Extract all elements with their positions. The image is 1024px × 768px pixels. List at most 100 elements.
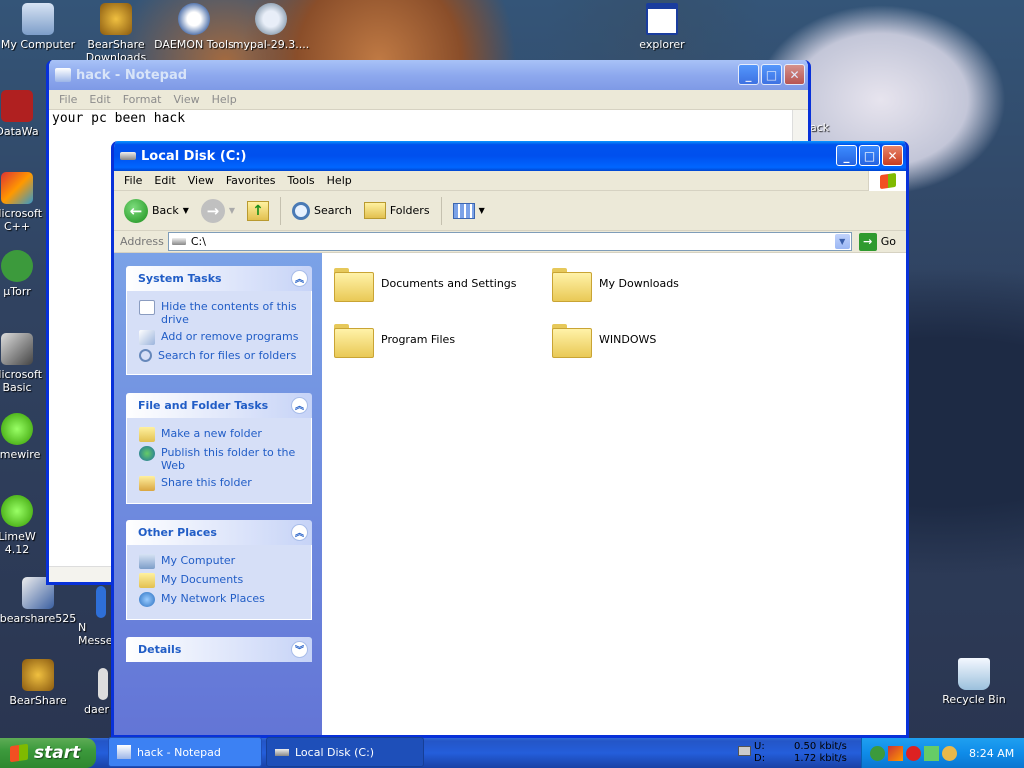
- desktop-icon-daemon[interactable]: daer: [84, 668, 112, 716]
- maximize-button[interactable]: □: [761, 64, 782, 85]
- panel-header[interactable]: File and Folder Tasks ︽: [126, 393, 312, 418]
- go-button[interactable]: → Go: [856, 232, 906, 251]
- desktop-icon-mypal[interactable]: mypal-29.3....: [230, 3, 312, 51]
- menu-tools[interactable]: Tools: [282, 174, 321, 187]
- chevron-down-icon[interactable]: ▼: [229, 206, 235, 215]
- panel-header[interactable]: Other Places ︽: [126, 520, 312, 545]
- views-icon: [452, 202, 475, 219]
- folder-icon: [552, 322, 592, 358]
- collapse-chevron-icon[interactable]: ︽: [291, 397, 308, 414]
- place-network[interactable]: My Network Places: [139, 592, 303, 607]
- start-button[interactable]: start: [0, 738, 96, 768]
- desktop-icon-limewire-412[interactable]: LimeW 4.12: [0, 495, 46, 556]
- desktop-icon-recycle-bin[interactable]: Recycle Bin: [933, 658, 1015, 706]
- chevron-down-icon[interactable]: ▼: [479, 206, 485, 215]
- panel-header[interactable]: Details ︾: [126, 637, 312, 662]
- desktop-icon-datawa[interactable]: DataWa: [0, 90, 46, 138]
- chevron-down-icon[interactable]: ▼: [834, 234, 850, 249]
- views-button[interactable]: ▼: [449, 200, 489, 222]
- place-my-computer[interactable]: My Computer: [139, 554, 303, 569]
- menu-help[interactable]: Help: [206, 93, 243, 106]
- minimize-button[interactable]: _: [738, 64, 759, 85]
- desktop-icon-bearshare-downloads[interactable]: BearShare Downloads: [75, 3, 157, 61]
- folders-button[interactable]: Folders: [360, 199, 434, 222]
- explorer-title: Local Disk (C:): [141, 148, 247, 164]
- panel-system-tasks: System Tasks ︽ Hide the contents of this …: [126, 266, 312, 375]
- close-button[interactable]: ✕: [784, 64, 805, 85]
- minimize-button[interactable]: _: [836, 145, 857, 166]
- desktop-icon-utorrent[interactable]: µTorr: [0, 250, 46, 298]
- place-my-documents[interactable]: My Documents: [139, 573, 303, 588]
- clock[interactable]: 8:24 AM: [969, 747, 1014, 760]
- folder-program-files[interactable]: Program Files: [334, 322, 455, 358]
- desktop-icon-explorer[interactable]: explorer: [621, 3, 703, 51]
- add-remove-programs-icon: [139, 330, 155, 345]
- microsoft-cpp-icon: [1, 172, 33, 204]
- folder-my-downloads[interactable]: My Downloads: [552, 266, 679, 302]
- notepad-titlebar[interactable]: hack - Notepad _ □ ✕: [49, 60, 808, 90]
- notepad-icon: [55, 68, 71, 82]
- utorrent-tray-icon[interactable]: [870, 745, 885, 761]
- search-button[interactable]: Search: [288, 199, 356, 223]
- search-files-icon: [139, 349, 152, 362]
- taskbar-item-notepad[interactable]: hack - Notepad: [108, 737, 262, 767]
- desktop-icon-microsoft-cpp[interactable]: Microsoft C++: [0, 172, 46, 233]
- desktop-icon-daemon-tools[interactable]: DAEMON Tools: [153, 3, 235, 51]
- collapse-chevron-icon[interactable]: ︽: [291, 270, 308, 287]
- address-input[interactable]: C:\ ▼: [167, 232, 852, 251]
- close-button[interactable]: ✕: [882, 145, 903, 166]
- explorer-menubar: File Edit View Favorites Tools Help: [114, 171, 906, 191]
- up-folder-button[interactable]: ↑: [243, 198, 273, 224]
- task-hide-drive[interactable]: Hide the contents of this drive: [139, 300, 303, 326]
- collapse-chevron-icon[interactable]: ︽: [291, 524, 308, 541]
- menu-view[interactable]: View: [182, 174, 220, 187]
- chevron-down-icon[interactable]: ▼: [183, 206, 189, 215]
- address-bar: Address C:\ ▼ → Go: [114, 231, 906, 253]
- panel-details: Details ︾: [126, 637, 312, 662]
- messenger-icon: [96, 586, 106, 618]
- menu-edit[interactable]: Edit: [148, 174, 181, 187]
- desktop-icon-messenger[interactable]: N Messe: [78, 586, 112, 647]
- menu-help[interactable]: Help: [321, 174, 358, 187]
- explorer-titlebar[interactable]: Local Disk (C:) _ □ ✕: [114, 141, 906, 171]
- antivirus-tray-icon[interactable]: [906, 745, 921, 761]
- network-monitor: U: D: 0.50 kbit/s 1.72 kbit/s: [736, 740, 856, 766]
- folder-windows[interactable]: WINDOWS: [552, 322, 656, 358]
- desktop-icon-my-computer[interactable]: My Computer: [0, 3, 79, 51]
- panel-header[interactable]: System Tasks ︽: [126, 266, 312, 291]
- desktop-icon-partial[interactable]: ack: [810, 121, 836, 134]
- my-computer-icon: [22, 3, 54, 35]
- menu-view[interactable]: View: [168, 93, 206, 106]
- task-share-folder[interactable]: Share this folder: [139, 476, 303, 491]
- task-publish-web[interactable]: Publish this folder to the Web: [139, 446, 303, 472]
- taskbar-item-local-disk[interactable]: Local Disk (C:): [266, 737, 424, 767]
- go-arrow-icon: →: [858, 232, 877, 251]
- menu-file[interactable]: File: [53, 93, 83, 106]
- back-button[interactable]: ← Back ▼: [120, 196, 193, 226]
- bearshare-tray-icon[interactable]: [942, 745, 957, 761]
- task-pane: System Tasks ︽ Hide the contents of this …: [114, 253, 322, 735]
- desktop-icon-limewire[interactable]: limewire: [0, 413, 46, 461]
- drive-icon: [171, 238, 186, 245]
- task-search-files[interactable]: Search for files or folders: [139, 349, 303, 362]
- expand-chevron-icon[interactable]: ︾: [291, 641, 308, 658]
- tray-app-icon[interactable]: [888, 745, 903, 761]
- task-new-folder[interactable]: Make a new folder: [139, 427, 303, 442]
- keyboard-icon: [738, 746, 751, 756]
- desktop-icon-microsoft-basic[interactable]: Microsoft Basic: [0, 333, 46, 394]
- desktop-icon-bearshare[interactable]: BearShare: [0, 659, 79, 707]
- menu-format[interactable]: Format: [117, 93, 168, 106]
- toolbar-separator: [440, 196, 442, 225]
- menu-edit[interactable]: Edit: [83, 93, 116, 106]
- folder-documents-and-settings[interactable]: Documents and Settings: [334, 266, 517, 302]
- bearshare-icon: [22, 659, 54, 691]
- menu-favorites[interactable]: Favorites: [220, 174, 282, 187]
- maximize-button[interactable]: □: [859, 145, 880, 166]
- mypal-icon: [255, 3, 287, 35]
- network-tray-icon[interactable]: [924, 745, 939, 761]
- publish-web-icon: [139, 446, 155, 461]
- forward-button[interactable]: → ▼: [197, 196, 239, 226]
- task-add-remove-programs[interactable]: Add or remove programs: [139, 330, 303, 345]
- microsoft-basic-icon: [1, 333, 33, 365]
- menu-file[interactable]: File: [118, 174, 148, 187]
